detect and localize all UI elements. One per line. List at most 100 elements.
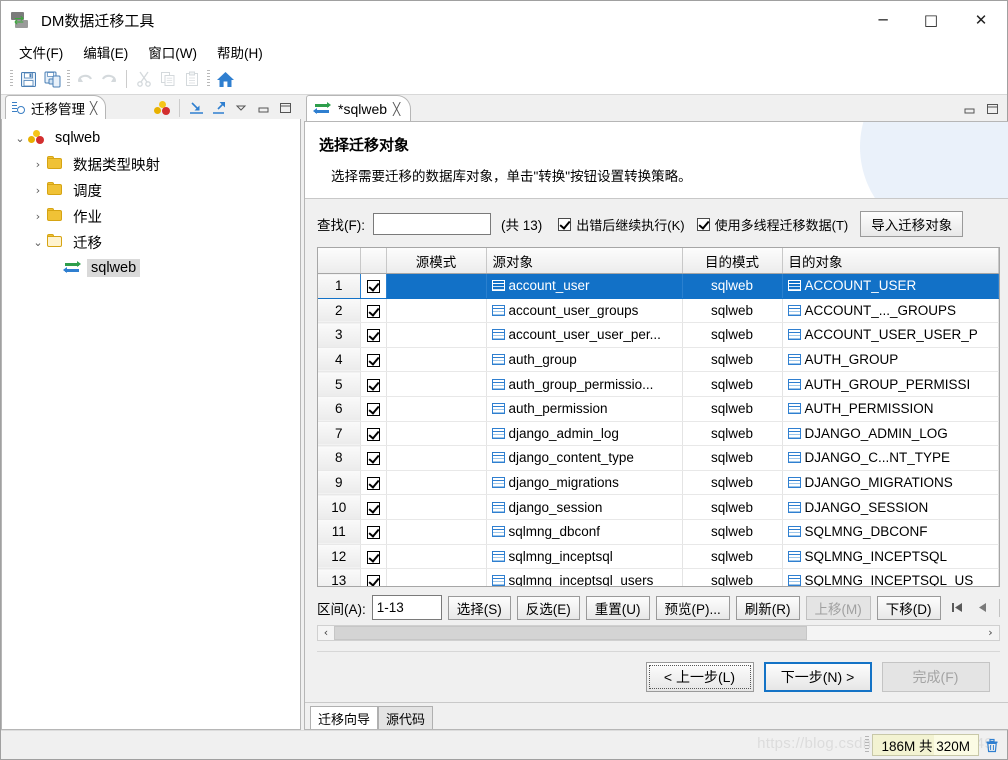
range-input[interactable]	[371, 595, 442, 620]
table-row[interactable]: 2 account_user_groups sqlweb ACCOUNT_...…	[318, 298, 999, 324]
col-source-schema[interactable]: 源模式	[386, 248, 487, 274]
wizard-body: 查找(F): (共 13) 出错后继续执行(K) 使用多线程迁移数据(T) 导入…	[305, 199, 1008, 702]
col-source-object[interactable]: 源对象	[486, 248, 683, 274]
first-page-icon[interactable]	[947, 597, 967, 619]
migration-tree[interactable]: ⌄ sqlweb › 数据类型映射 › 调度 › 作业 ⌄ 迁移 sqlweb	[1, 119, 301, 730]
row-checkbox[interactable]	[360, 494, 387, 520]
tree-node-sqlweb-root[interactable]: ⌄ sqlweb	[2, 125, 300, 151]
cell-target-object: SQLMNG_DBCONF	[782, 519, 999, 545]
table-row[interactable]: 10 django_session sqlweb DJANGO_SESSION	[318, 494, 999, 520]
save-icon[interactable]	[16, 67, 40, 91]
objects-table[interactable]: 源模式 源对象 目的模式 目的对象 1 account_user sqlweb …	[317, 247, 1000, 587]
checkbox-multithread[interactable]: 使用多线程迁移数据(T)	[696, 215, 848, 234]
preview-button[interactable]: 预览(P)...	[655, 595, 730, 620]
page-subtitle: 选择需要迁移的数据库对象，单击"转换"按钮设置转换策略。	[331, 169, 692, 184]
row-checkbox[interactable]	[360, 322, 387, 348]
tree-node-migration[interactable]: ⌄ 迁移	[2, 229, 300, 255]
prev-page-icon[interactable]	[973, 597, 993, 619]
balls-icon[interactable]	[152, 99, 172, 117]
save-all-icon[interactable]	[40, 67, 64, 91]
table-row[interactable]: 13 sqlmng_inceptsql_users sqlweb SQLMNG_…	[318, 568, 999, 586]
horizontal-scrollbar[interactable]: ‹ ›	[317, 625, 1000, 641]
tab-migration-manager[interactable]: 迁移管理 ╳	[5, 95, 107, 119]
close-icon[interactable]: ╳	[90, 101, 97, 115]
reset-button[interactable]: 重置(U)	[585, 595, 650, 620]
export-icon[interactable]	[209, 99, 229, 117]
row-checkbox[interactable]	[360, 445, 387, 471]
table-row[interactable]: 4 auth_group sqlweb AUTH_GROUP	[318, 347, 999, 373]
close-button[interactable]: ✕	[955, 1, 1007, 39]
trash-icon[interactable]	[983, 735, 1001, 755]
row-checkbox[interactable]	[360, 273, 387, 299]
table-row[interactable]: 6 auth_permission sqlweb AUTH_PERMISSION	[318, 396, 999, 422]
checkbox-box[interactable]	[696, 217, 710, 231]
close-icon[interactable]: ╳	[393, 102, 400, 116]
table-row[interactable]: 7 django_admin_log sqlweb DJANGO_ADMIN_L…	[318, 421, 999, 447]
minimize-view-icon[interactable]	[253, 99, 273, 117]
next-button[interactable]: 下一步(N) >	[763, 662, 872, 692]
expand-arrow-icon[interactable]: ⌄	[12, 132, 28, 145]
table-row[interactable]: 12 sqlmng_inceptsql sqlweb SQLMNG_INCEPT…	[318, 544, 999, 570]
table-row[interactable]: 11 sqlmng_dbconf sqlweb SQLMNG_DBCONF	[318, 519, 999, 545]
move-down-button[interactable]: 下移(D)	[876, 595, 941, 620]
tree-node-job[interactable]: › 作业	[2, 203, 300, 229]
table-row[interactable]: 3 account_user_user_per... sqlweb ACCOUN…	[318, 322, 999, 348]
row-checkbox[interactable]	[360, 519, 387, 545]
minimize-editor-icon[interactable]	[960, 100, 980, 118]
maximize-view-icon[interactable]	[275, 99, 295, 117]
scroll-right-icon[interactable]: ›	[983, 626, 999, 640]
col-check[interactable]	[360, 248, 387, 274]
row-checkbox[interactable]	[360, 544, 387, 570]
application-window: ⇄ DM数据迁移工具 ─ □ ✕ 文件(F) 编辑(E) 窗口(W) 帮助(H)	[0, 0, 1008, 760]
col-target-object[interactable]: 目的对象	[782, 248, 999, 274]
collapse-arrow-icon[interactable]: ⌄	[30, 236, 46, 249]
search-input[interactable]	[373, 213, 491, 235]
cell-source-schema	[386, 494, 487, 520]
expand-arrow-icon[interactable]: ›	[30, 210, 46, 223]
menu-edit[interactable]: 编辑(E)	[73, 39, 138, 65]
table-row[interactable]: 9 django_migrations sqlweb DJANGO_MIGRAT…	[318, 470, 999, 496]
tab-source-code[interactable]: 源代码	[378, 706, 434, 729]
table-object-icon	[787, 304, 801, 316]
row-checkbox[interactable]	[360, 347, 387, 373]
row-checkbox[interactable]	[360, 298, 387, 324]
minimize-button[interactable]: ─	[859, 1, 907, 39]
refresh-button[interactable]: 刷新(R)	[735, 595, 800, 620]
col-rownum[interactable]	[318, 248, 361, 274]
table-row[interactable]: 5 auth_group_permissio... sqlweb AUTH_GR…	[318, 371, 999, 397]
home-icon[interactable]	[213, 67, 237, 91]
menu-file[interactable]: 文件(F)	[9, 39, 73, 65]
checkbox-box[interactable]	[558, 217, 572, 231]
scroll-left-icon[interactable]: ‹	[318, 626, 334, 640]
scroll-thumb[interactable]	[334, 626, 808, 640]
tree-node-migration-sqlweb[interactable]: sqlweb	[2, 255, 300, 281]
table-object-icon	[491, 452, 505, 464]
checkbox-continue-on-error[interactable]: 出错后继续执行(K)	[558, 215, 685, 234]
import-icon[interactable]	[187, 99, 207, 117]
table-row[interactable]: 8 django_content_type sqlweb DJANGO_C...…	[318, 445, 999, 471]
view-menu-icon[interactable]	[231, 99, 251, 117]
col-target-schema[interactable]: 目的模式	[682, 248, 783, 274]
menu-help[interactable]: 帮助(H)	[207, 39, 273, 65]
maximize-editor-icon[interactable]	[983, 100, 1003, 118]
scroll-track[interactable]	[334, 626, 983, 640]
expand-arrow-icon[interactable]: ›	[30, 184, 46, 197]
row-checkbox[interactable]	[360, 470, 387, 496]
select-button[interactable]: 选择(S)	[447, 595, 511, 620]
row-checkbox[interactable]	[360, 568, 387, 586]
menu-window[interactable]: 窗口(W)	[138, 39, 207, 65]
maximize-button[interactable]: □	[907, 1, 955, 39]
row-checkbox[interactable]	[360, 396, 387, 422]
tab-sqlweb-editor[interactable]: *sqlweb ╳	[306, 95, 412, 121]
memory-indicator[interactable]: 186M 共 320M	[872, 734, 979, 756]
import-migration-objects-button[interactable]: 导入迁移对象	[860, 211, 964, 237]
tree-node-schedule[interactable]: › 调度	[2, 177, 300, 203]
invert-select-button[interactable]: 反选(E)	[516, 595, 580, 620]
tab-migration-wizard[interactable]: 迁移向导	[310, 706, 379, 729]
expand-arrow-icon[interactable]: ›	[30, 158, 46, 171]
row-checkbox[interactable]	[360, 421, 387, 447]
table-row[interactable]: 1 account_user sqlweb ACCOUNT_USER	[318, 273, 999, 299]
row-checkbox[interactable]	[360, 371, 387, 397]
tree-node-datatype-mapping[interactable]: › 数据类型映射	[2, 151, 300, 177]
back-button[interactable]: < 上一步(L)	[645, 662, 754, 692]
